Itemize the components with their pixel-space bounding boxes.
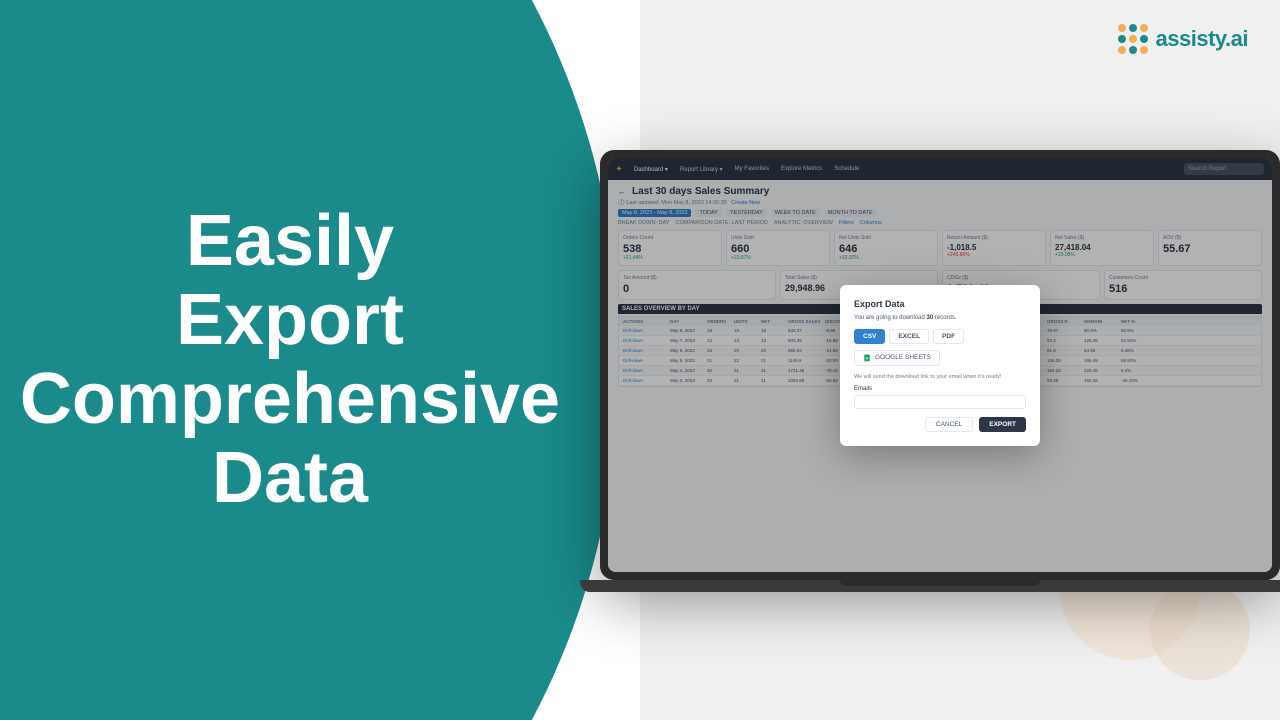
email-label: Emails (854, 386, 1026, 392)
hero-line4: Data (212, 438, 368, 518)
hero-section: Easily Export Comprehensive Data (0, 0, 640, 720)
hero-line1: Easily (186, 201, 394, 281)
email-input[interactable] (854, 395, 1026, 409)
hero-heading: Easily Export Comprehensive Data (20, 202, 560, 519)
laptop-base (580, 580, 1280, 592)
export-button[interactable]: EXPORT (979, 417, 1026, 432)
logo-area: assisty.ai (1118, 24, 1248, 54)
logo-dot-3 (1140, 24, 1148, 32)
format-btn-csv[interactable]: CSV (854, 329, 885, 344)
google-sheets-button[interactable]: GOOGLE SHEETS (854, 350, 940, 366)
format-btn-pdf[interactable]: PDF (933, 329, 964, 344)
export-dialog: Export Data You are going to download 30… (840, 285, 1040, 446)
hero-line3: Comprehensive (20, 359, 560, 439)
google-sheets-icon (863, 354, 871, 362)
logo-dot-7 (1118, 46, 1126, 54)
logo-text: assisty.ai (1156, 26, 1248, 52)
hero-line2: Export (176, 280, 404, 360)
page-container: Easily Export Comprehensive Data (0, 0, 1280, 720)
hero-text-block: Easily Export Comprehensive Data (0, 202, 620, 519)
format-buttons-group: CSV EXCEL PDF (854, 329, 1026, 344)
laptop-container: ✦ Dashboard ▾ Report Library ▾ My Favori… (610, 100, 1270, 660)
dialog-note: We will send the download link to your e… (854, 374, 1026, 380)
logo-dot-8 (1129, 46, 1137, 54)
dialog-overlay: Export Data You are going to download 30… (608, 180, 1272, 572)
logo-dot-2 (1129, 24, 1137, 32)
laptop-mockup: ✦ Dashboard ▾ Report Library ▾ My Favori… (600, 150, 1280, 610)
dialog-title: Export Data (854, 299, 1026, 309)
right-section: assisty.ai ✦ Dashboard ▾ (640, 0, 1280, 720)
logo-dot-9 (1140, 46, 1148, 54)
google-sheets-label: GOOGLE SHEETS (875, 354, 931, 361)
logo-dot-1 (1118, 24, 1126, 32)
logo-dot-6 (1140, 35, 1148, 43)
format-btn-excel[interactable]: EXCEL (889, 329, 929, 344)
app-ui: ✦ Dashboard ▾ Report Library ▾ My Favori… (608, 158, 1272, 572)
logo-dot-5 (1129, 35, 1137, 43)
dialog-description: You are going to download 30 records. (854, 315, 1026, 321)
laptop-body: ✦ Dashboard ▾ Report Library ▾ My Favori… (600, 150, 1280, 580)
logo-dot-4 (1118, 35, 1126, 43)
cancel-button[interactable]: CANCEL (925, 417, 973, 432)
dialog-actions: CANCEL EXPORT (854, 417, 1026, 432)
logo-dots-grid (1118, 24, 1148, 54)
laptop-screen: ✦ Dashboard ▾ Report Library ▾ My Favori… (608, 158, 1272, 572)
app-content: ← Last 30 days Sales Summary 🕐 Last upda… (608, 180, 1272, 572)
